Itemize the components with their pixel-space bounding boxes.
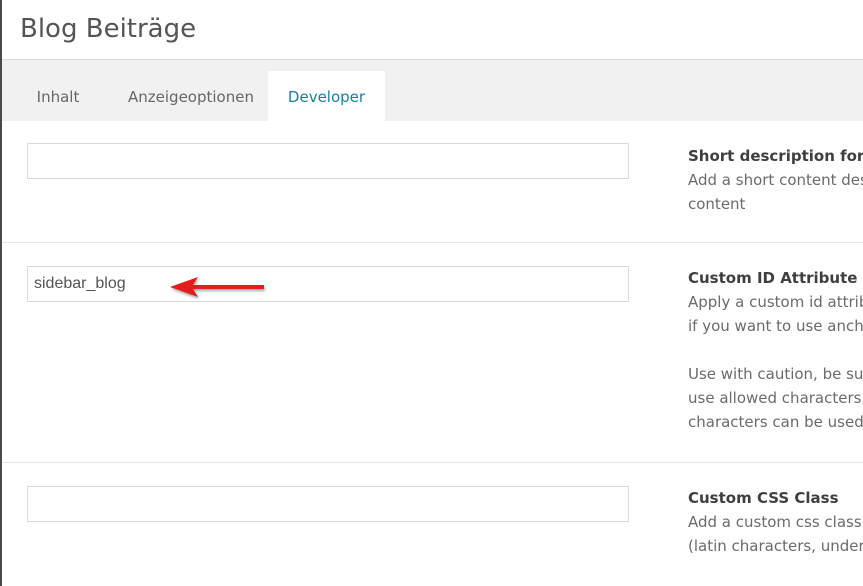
app-frame: Blog Beiträge Inhalt Anzeigeoptionen Dev… — [0, 0, 863, 586]
setting-description-line: Apply a custom id attribu — [688, 293, 863, 311]
short-description-help: Short description for ba Add a short con… — [688, 144, 863, 216]
setting-description-line: content — [688, 195, 746, 213]
setting-description-line: if you want to use ancho — [688, 317, 863, 335]
setting-title: Short description for ba — [688, 147, 863, 165]
tab-bar: Inhalt Anzeigeoptionen Developer — [2, 60, 863, 121]
setting-row-custom-css-class: Custom CSS Class Add a custom css class … — [2, 463, 863, 586]
setting-description-line: Use with caution, be sure — [688, 365, 863, 383]
setting-title: Custom ID Attribute — [688, 269, 858, 287]
custom-css-class-help: Custom CSS Class Add a custom css class … — [688, 486, 863, 558]
setting-description-line: (latin characters, undersc — [688, 537, 863, 555]
custom-css-class-input[interactable] — [27, 486, 629, 522]
custom-id-help: Custom ID Attribute Apply a custom id at… — [688, 266, 863, 434]
setting-description-line: use allowed characters (l — [688, 389, 863, 407]
short-description-input[interactable] — [27, 143, 629, 179]
page-title: Blog Beiträge — [20, 14, 197, 44]
setting-row-custom-id: Custom ID Attribute Apply a custom id at… — [2, 243, 863, 463]
tab-developer[interactable]: Developer — [268, 71, 385, 121]
tab-anzeigeoptionen[interactable]: Anzeigeoptionen — [114, 71, 268, 121]
custom-id-input[interactable] — [27, 266, 629, 302]
setting-title: Custom CSS Class — [688, 489, 839, 507]
page-header: Blog Beiträge — [2, 0, 863, 60]
setting-description-line: Add a custom css class fo — [688, 513, 863, 531]
tab-inhalt[interactable]: Inhalt — [2, 71, 114, 121]
setting-description-line: characters can be used). — [688, 413, 863, 431]
setting-description-line: Add a short content desc — [688, 171, 863, 189]
red-arrow-left-icon — [170, 277, 264, 297]
setting-row-short-description: Short description for ba Add a short con… — [2, 121, 863, 243]
